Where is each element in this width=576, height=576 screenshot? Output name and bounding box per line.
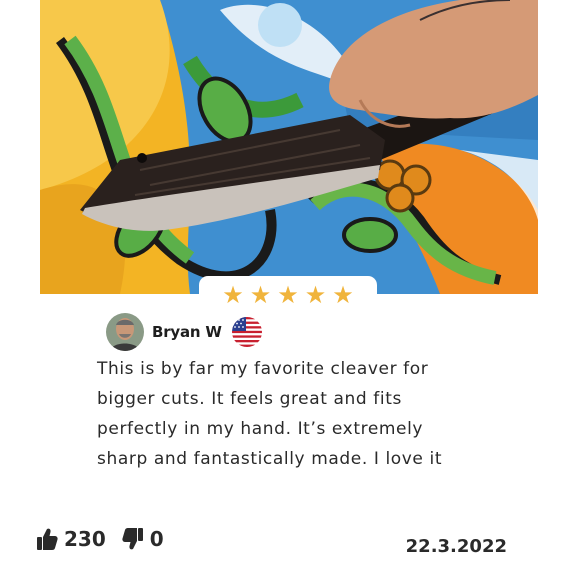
reviewer-name: Bryan W [152,323,222,341]
dislike-count: 0 [149,527,164,551]
thumbs-up-icon [37,528,58,550]
reviewer-info: Bryan W [106,313,262,351]
avatar[interactable] [106,313,144,351]
star-icon: ★ [222,281,244,309]
thumbs-down-icon [122,528,143,550]
cleaver-photo-illustration [40,0,538,294]
star-icon: ★ [277,281,299,309]
vote-bar: 230 0 [36,527,174,551]
star-rating: ★ ★ ★ ★ ★ [199,276,377,314]
review-text: This is by far my favorite cleaver for b… [97,359,443,469]
review-date: 22.3.2022 [405,536,507,557]
star-icon: ★ [304,281,327,309]
us-flag-icon [231,317,262,347]
star-icon: ★ [332,281,354,309]
review-photo[interactable] [40,0,538,294]
dislike-button[interactable]: 0 [122,527,164,551]
like-button[interactable]: 230 [36,527,106,551]
star-icon: ★ [249,281,272,309]
like-count: 230 [64,527,106,551]
